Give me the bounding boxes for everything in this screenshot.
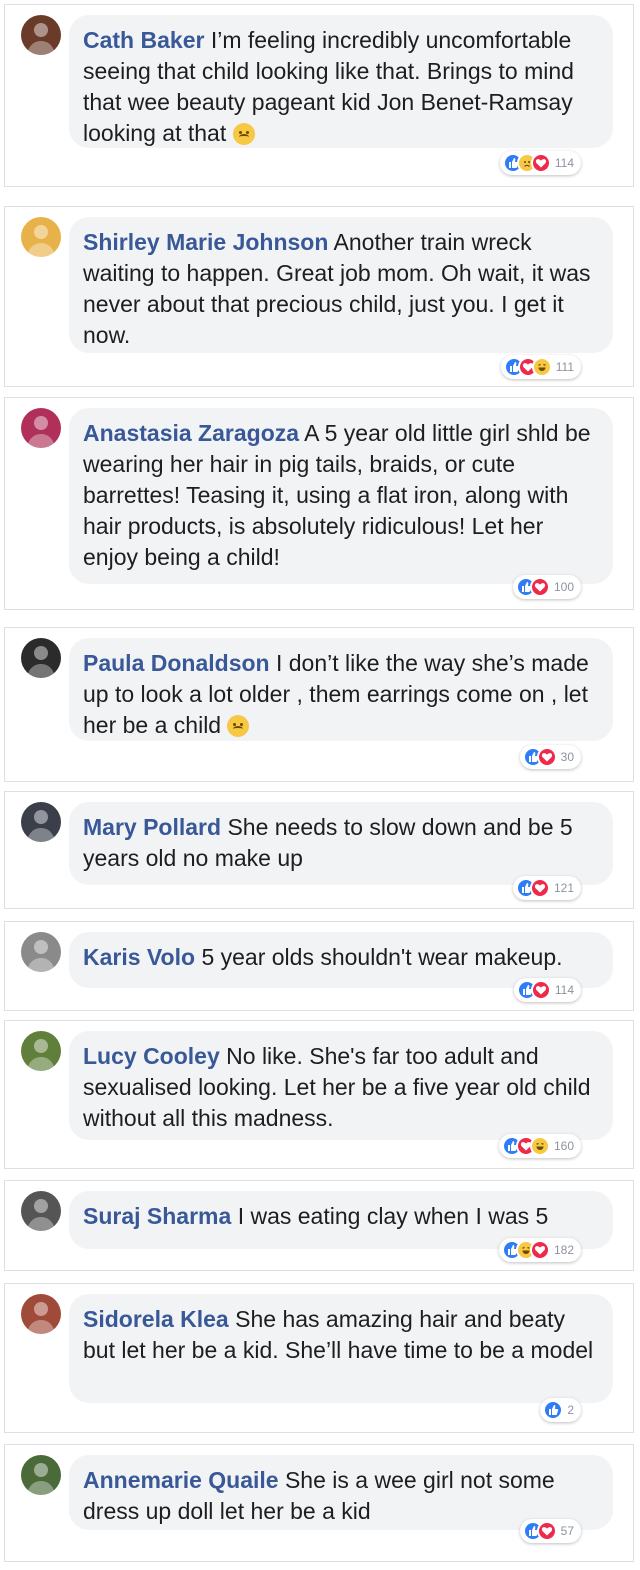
reaction-count: 57 <box>560 1524 574 1538</box>
comment-card: Karis Volo 5 year olds shouldn't wear ma… <box>4 921 634 1011</box>
comment-bubble: Sidorela Klea She has amazing hair and b… <box>69 1294 613 1403</box>
reaction-count: 114 <box>554 983 574 997</box>
reaction-count: 114 <box>554 156 574 170</box>
avatar[interactable] <box>21 1294 61 1334</box>
reactions-summary[interactable]: 30 <box>519 745 581 769</box>
commenter-name-link[interactable]: Shirley Marie Johnson <box>83 229 328 255</box>
reactions-summary[interactable]: 111 <box>500 355 581 379</box>
avatar[interactable] <box>21 932 61 972</box>
reactions-summary[interactable]: 182 <box>498 1238 581 1262</box>
comment-bubble: Cath Baker I’m feeling incredibly uncomf… <box>69 15 613 148</box>
comment-bubble: Mary Pollard She needs to slow down and … <box>69 802 613 885</box>
commenter-name-link[interactable]: Sidorela Klea <box>83 1306 229 1332</box>
commenter-name-link[interactable]: Suraj Sharma <box>83 1203 231 1229</box>
reactions-summary[interactable]: 2 <box>540 1398 581 1422</box>
commenter-name-link[interactable]: Paula Donaldson <box>83 650 270 676</box>
avatar[interactable] <box>21 217 61 257</box>
like-reaction-icon <box>543 1400 564 1420</box>
reaction-count: 121 <box>553 881 574 895</box>
reactions-summary[interactable]: 114 <box>499 151 581 175</box>
love-reaction-icon <box>529 1240 550 1260</box>
love-reaction-icon <box>536 747 557 767</box>
haha-reaction-icon <box>529 1136 550 1156</box>
reaction-count: 182 <box>553 1243 574 1257</box>
comment-bubble: Lucy Cooley No like. She's far too adult… <box>69 1031 613 1140</box>
comment-card: Anastasia Zaragoza A 5 year old little g… <box>4 397 634 610</box>
comment-bubble: Paula Donaldson I don’t like the way she… <box>69 638 613 741</box>
avatar[interactable] <box>21 408 61 448</box>
comment-card: Suraj Sharma I was eating clay when I wa… <box>4 1180 634 1271</box>
reactions-summary[interactable]: 160 <box>498 1134 581 1158</box>
haha-reaction-icon <box>531 357 552 377</box>
love-reaction-icon <box>530 980 551 1000</box>
comment-card: Annemarie Quaile She is a wee girl not s… <box>4 1444 634 1562</box>
avatar[interactable] <box>21 1455 61 1495</box>
commenter-name-link[interactable]: Anastasia Zaragoza <box>83 420 299 446</box>
reaction-count: 111 <box>555 360 574 374</box>
reaction-count: 160 <box>553 1139 574 1153</box>
comment-card: Sidorela Klea She has amazing hair and b… <box>4 1283 634 1433</box>
commenter-name-link[interactable]: Karis Volo <box>83 944 195 970</box>
love-reaction-icon <box>529 878 550 898</box>
comment-card: Mary Pollard She needs to slow down and … <box>4 791 634 909</box>
sad-face-icon <box>232 123 255 145</box>
comment-text: I was eating clay when I was 5 <box>237 1203 549 1229</box>
comment-card: Lucy Cooley No like. She's far too adult… <box>4 1020 634 1169</box>
love-reaction-icon <box>536 1521 557 1541</box>
avatar[interactable] <box>21 638 61 678</box>
sad-face-icon <box>227 715 250 737</box>
comment-bubble: Shirley Marie Johnson Another train wrec… <box>69 217 613 353</box>
love-reaction-icon <box>530 153 551 173</box>
avatar[interactable] <box>21 1191 61 1231</box>
commenter-name-link[interactable]: Mary Pollard <box>83 814 221 840</box>
comment-bubble: Anastasia Zaragoza A 5 year old little g… <box>69 408 613 584</box>
comment-card: Shirley Marie Johnson Another train wrec… <box>4 206 634 387</box>
avatar[interactable] <box>21 802 61 842</box>
reaction-count: 2 <box>567 1403 574 1417</box>
reactions-summary[interactable]: 121 <box>512 876 581 900</box>
love-reaction-icon <box>529 577 550 597</box>
commenter-name-link[interactable]: Annemarie Quaile <box>83 1467 279 1493</box>
avatar[interactable] <box>21 1031 61 1071</box>
reaction-count: 100 <box>553 580 574 594</box>
commenter-name-link[interactable]: Lucy Cooley <box>83 1043 220 1069</box>
commenter-name-link[interactable]: Cath Baker <box>83 27 204 53</box>
reaction-count: 30 <box>560 750 574 764</box>
avatar[interactable] <box>21 15 61 55</box>
comment-card: Cath Baker I’m feeling incredibly uncomf… <box>4 4 634 187</box>
reactions-summary[interactable]: 100 <box>512 575 581 599</box>
reactions-summary[interactable]: 114 <box>513 978 581 1002</box>
comment-text: 5 year olds shouldn't wear makeup. <box>201 944 563 970</box>
reactions-summary[interactable]: 57 <box>519 1519 581 1543</box>
comment-card: Paula Donaldson I don’t like the way she… <box>4 627 634 782</box>
